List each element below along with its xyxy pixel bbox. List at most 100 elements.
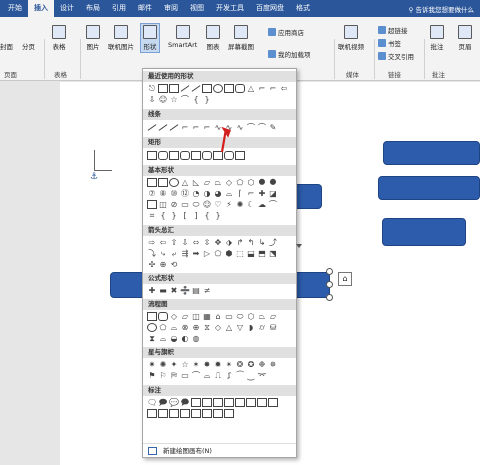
shape-glyph[interactable]: ⯃: [257, 178, 267, 187]
shape-glyph[interactable]: ▦: [202, 312, 212, 321]
shape-glyph[interactable]: ▭: [224, 312, 234, 321]
picture-button[interactable]: 图片: [86, 25, 100, 51]
shape-glyph[interactable]: ⬒: [257, 249, 267, 258]
shape-glyph[interactable]: ➗: [180, 286, 190, 295]
shape-glyph[interactable]: [246, 398, 256, 407]
shape-glyph[interactable]: ⌐: [202, 123, 212, 132]
shape-glyph[interactable]: [180, 409, 190, 418]
chart-button[interactable]: 图表: [206, 25, 220, 51]
shape-glyph[interactable]: [169, 123, 179, 132]
shape-glyph[interactable]: [224, 84, 234, 93]
shape-glyph[interactable]: ⌒: [180, 95, 190, 104]
shape-glyph[interactable]: ⏜: [235, 371, 245, 380]
shape-glyph[interactable]: ⤶: [169, 249, 179, 258]
shape-glyph[interactable]: ⌤: [257, 371, 267, 380]
shape-glyph[interactable]: ☁: [257, 200, 267, 209]
shape-glyph[interactable]: [147, 123, 157, 132]
shape-glyph[interactable]: ✖: [169, 286, 179, 295]
shape-glyph[interactable]: ✚: [257, 189, 267, 198]
shape-glyph[interactable]: ⌓: [202, 371, 212, 380]
shape-glyph[interactable]: ⌭: [257, 323, 267, 332]
shape-glyph[interactable]: ⌐: [180, 123, 190, 132]
shape-glyph[interactable]: ⇦: [279, 84, 289, 93]
cover-page-button[interactable]: 封面: [0, 41, 13, 51]
shape-glyph[interactable]: ⊕: [191, 323, 201, 332]
shape-glyph[interactable]: ➡: [191, 249, 201, 258]
shape-glyph[interactable]: ⬠: [213, 249, 223, 258]
shape-glyph[interactable]: ⌓: [169, 323, 179, 332]
shape-glyph[interactable]: }: [169, 211, 179, 220]
shape-glyph[interactable]: [169, 409, 179, 418]
shape-glyph[interactable]: [147, 200, 157, 209]
tab-baidu[interactable]: 百度网盘: [250, 0, 290, 17]
shape-glyph[interactable]: ⬡: [246, 312, 256, 321]
shape-glyph[interactable]: {: [158, 211, 168, 220]
shape-glyph[interactable]: [202, 151, 212, 160]
shape-glyph[interactable]: ⚑: [147, 371, 157, 380]
shape-glyph[interactable]: ⇩: [147, 95, 157, 104]
shape-glyph[interactable]: [235, 84, 245, 93]
shape-glyph[interactable]: ✵: [268, 360, 278, 369]
shape-glyph[interactable]: [169, 84, 179, 93]
shape-glyph[interactable]: [147, 151, 157, 160]
shape-glyph[interactable]: [213, 151, 223, 160]
shape-glyph[interactable]: ⤵: [147, 249, 157, 258]
shape-glyph[interactable]: ◔: [191, 189, 201, 198]
shape-glyph[interactable]: [235, 151, 245, 160]
shape-glyph[interactable]: ◗: [246, 323, 256, 332]
shape-glyph[interactable]: [202, 409, 212, 418]
layout-options-icon[interactable]: ⌂: [338, 272, 352, 286]
shape-glyph[interactable]: [147, 312, 157, 321]
shape-glyph[interactable]: ◺: [191, 178, 201, 187]
resize-handle[interactable]: [326, 268, 333, 275]
shape-glyph[interactable]: ⎋: [147, 84, 157, 93]
shape-glyph[interactable]: ⏢: [213, 178, 223, 187]
shape-glyph[interactable]: ⬭: [191, 200, 201, 209]
shape-glyph[interactable]: [213, 398, 223, 407]
shape-glyph[interactable]: ⌓: [224, 189, 234, 198]
shape-glyph[interactable]: ⊗: [180, 323, 190, 332]
shape-glyph[interactable]: ⬭: [235, 312, 245, 321]
shape-glyph[interactable]: ▽: [235, 323, 245, 332]
online-video-button[interactable]: 联机视频: [338, 25, 364, 51]
shape-glyph[interactable]: [191, 84, 201, 93]
shape-glyph[interactable]: ✪: [246, 360, 256, 369]
tab-format[interactable]: 格式: [290, 0, 316, 17]
shape-glyph[interactable]: ▷: [202, 249, 212, 258]
shape-glyph[interactable]: [169, 178, 179, 187]
shape-glyph[interactable]: [202, 84, 212, 93]
tab-view[interactable]: 视图: [184, 0, 210, 17]
shape-glyph[interactable]: △: [246, 84, 256, 93]
shape-glyph[interactable]: ⬢: [224, 249, 234, 258]
shape-glyph[interactable]: ⇩: [180, 238, 190, 247]
shape-glyph[interactable]: ✎: [268, 123, 278, 132]
smartart-button[interactable]: SmartArt: [168, 25, 197, 49]
screenshot-button[interactable]: 屏幕截图: [228, 25, 254, 51]
tab-insert[interactable]: 插入: [28, 0, 54, 17]
shape-glyph[interactable]: {: [191, 95, 201, 104]
shape-glyph[interactable]: ⟲: [169, 260, 179, 269]
shape-glyph[interactable]: [158, 312, 168, 321]
shape-glyph[interactable]: [202, 398, 212, 407]
shape-glyph[interactable]: ↰: [246, 238, 256, 247]
shape-glyph[interactable]: ⌒: [191, 371, 201, 380]
shape-glyph[interactable]: ⤷: [158, 249, 168, 258]
tab-references[interactable]: 引用: [106, 0, 132, 17]
shape-glyph[interactable]: [147, 178, 157, 187]
shape-glyph[interactable]: ✺: [235, 200, 245, 209]
shape-glyph[interactable]: ✶: [191, 360, 201, 369]
tab-layout[interactable]: 布局: [80, 0, 106, 17]
shape-glyph[interactable]: ◇: [213, 323, 223, 332]
tab-review[interactable]: 审阅: [158, 0, 184, 17]
shape-glyph[interactable]: ⌗: [147, 211, 157, 220]
shape-glyph[interactable]: ⌓: [158, 334, 168, 343]
shape-glyph[interactable]: ☾: [246, 200, 256, 209]
tab-mailings[interactable]: 邮件: [132, 0, 158, 17]
shape-glyph[interactable]: [191, 398, 201, 407]
shape-glyph[interactable]: ⤴: [268, 238, 278, 247]
shape-glyph[interactable]: ▤: [191, 286, 201, 295]
shape-glyph[interactable]: ⬗: [224, 238, 234, 247]
shape-glyph[interactable]: ⧗: [147, 334, 157, 343]
shape-glyph[interactable]: ⌈: [235, 189, 245, 198]
tab-home[interactable]: 开始: [2, 0, 28, 17]
